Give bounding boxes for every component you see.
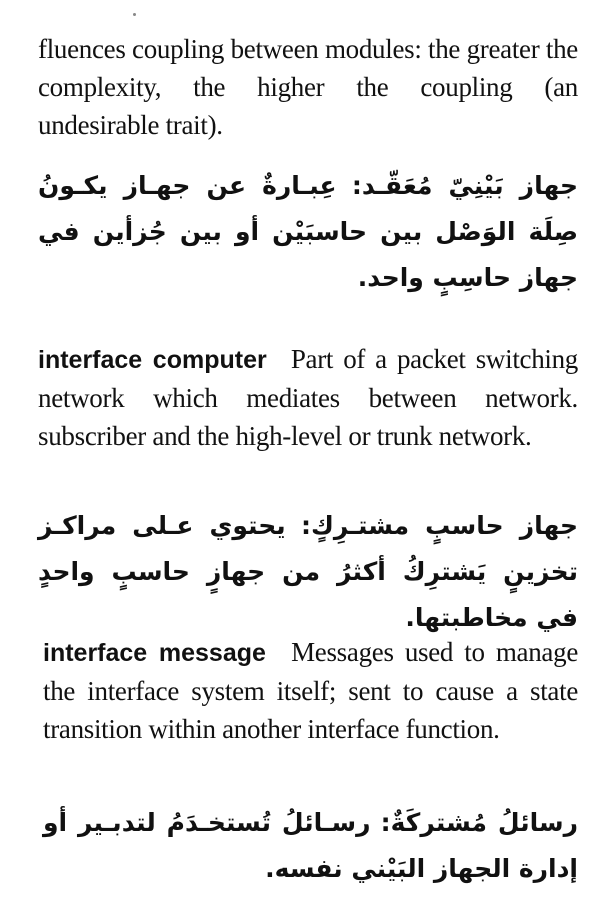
arabic-term: جهاز بَيْنِيّ مُعَقّـد: — [351, 171, 578, 200]
entry-interface-message: interface message Messages used to manag… — [43, 633, 578, 748]
arabic-term: رسائلُ مُشتركَةٌ: — [380, 808, 578, 837]
entry-interface-message-arabic: رسائلُ مُشتركَةٌ: رسـائلُ تُستخـدَمُ لتد… — [43, 800, 578, 892]
arabic-term: جهاز حاسبٍ مشتـرِكٍ: — [300, 511, 578, 540]
definition-text: fluences coupling between modules: the g… — [38, 34, 578, 140]
entry-term: interface computer — [38, 346, 267, 374]
entry-interface-computer-arabic: جهاز حاسبٍ مشتـرِكٍ: يحتوي عـلى مراكـز ت… — [38, 503, 578, 641]
entry-term: interface message — [43, 639, 266, 667]
continued-definition-arabic: جهاز بَيْنِيّ مُعَقّـد: عِبـارةٌ عن جهـا… — [38, 163, 578, 301]
continued-definition-english: fluences coupling between modules: the g… — [38, 30, 578, 144]
entry-interface-computer: interface computer Part of a packet swit… — [38, 340, 578, 455]
scan-speck — [133, 13, 136, 16]
